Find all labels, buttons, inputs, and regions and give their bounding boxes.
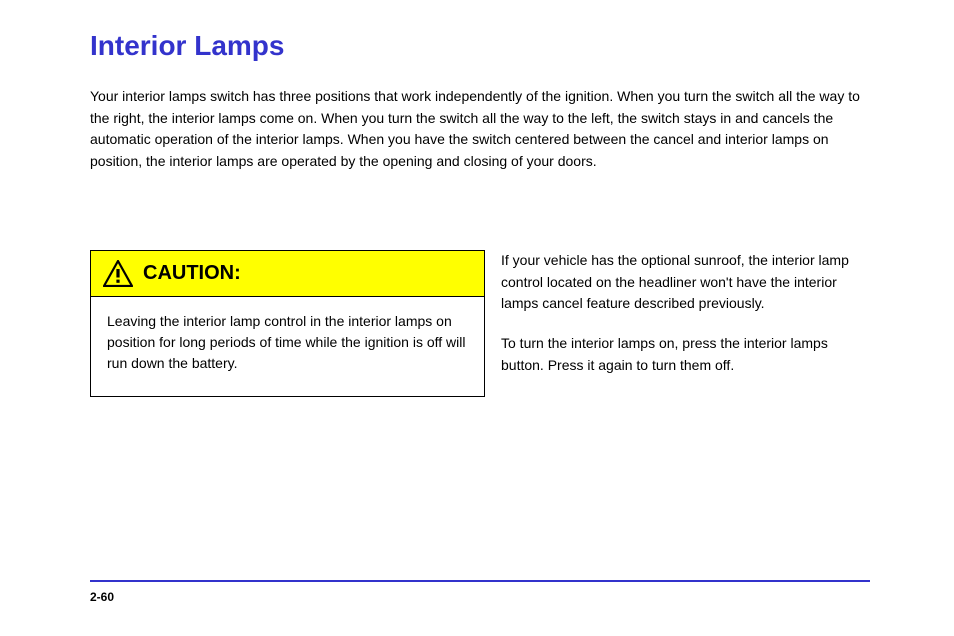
- page-title: Interior Lamps: [90, 30, 284, 62]
- footer-rule: [90, 580, 870, 582]
- intro-paragraph: Your interior lamps switch has three pos…: [90, 86, 870, 173]
- caution-body-text: Leaving the interior lamp control in the…: [91, 297, 484, 396]
- caution-header: CAUTION:: [91, 251, 484, 297]
- right-column: If your vehicle has the optional sunroof…: [501, 250, 871, 376]
- warning-triangle-icon: [103, 260, 133, 287]
- caution-label: CAUTION:: [143, 262, 241, 285]
- page-number: 2-60: [90, 590, 114, 604]
- caution-callout: CAUTION: Leaving the interior lamp contr…: [90, 250, 485, 397]
- right-paragraph-1: If your vehicle has the optional sunroof…: [501, 250, 871, 315]
- right-paragraph-2: To turn the interior lamps on, press the…: [501, 333, 871, 376]
